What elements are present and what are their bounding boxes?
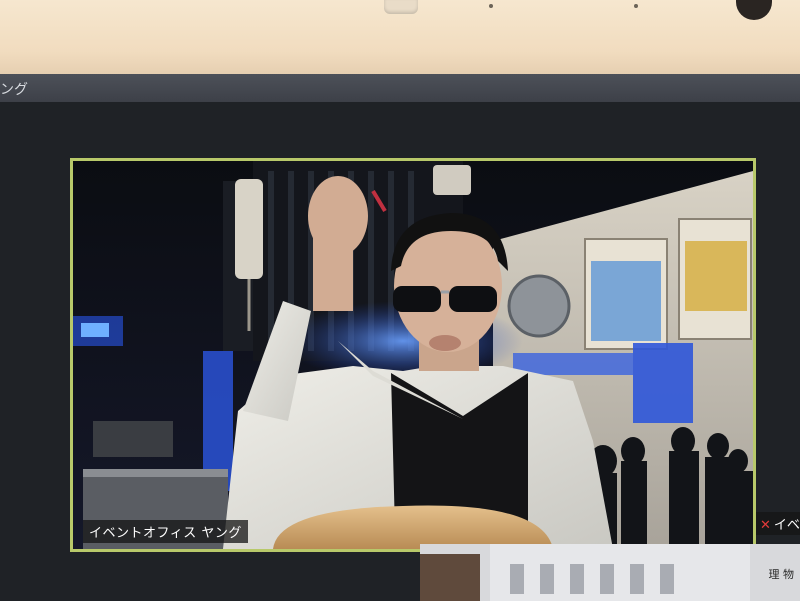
side-participant-name: イベ — [773, 518, 800, 533]
indicator-dot — [634, 4, 638, 8]
window-title: ング — [0, 82, 28, 98]
side-participant-label[interactable]: ✕ イベ — [756, 512, 800, 535]
monitor-bezel — [0, 0, 800, 74]
video-call-window: ング イベントオフィス ヤング ✕ イベ 理 物 — [0, 74, 800, 601]
window-titlebar: ング — [0, 74, 800, 102]
participant-name-label: イベントオフィス ヤング — [83, 520, 248, 543]
mic-muted-icon: ✕ — [760, 518, 771, 533]
participant-thumbnail[interactable]: 理 物 — [420, 544, 800, 601]
monitor-sensor — [384, 0, 418, 14]
webcam-lens — [736, 0, 772, 20]
indicator-dot — [489, 4, 493, 8]
active-speaker-video[interactable]: イベントオフィス ヤング — [70, 158, 756, 552]
thumbnail-image — [420, 544, 800, 601]
thumbnail-text: 理 物 — [768, 568, 795, 581]
speaker-video-frame — [73, 161, 753, 549]
